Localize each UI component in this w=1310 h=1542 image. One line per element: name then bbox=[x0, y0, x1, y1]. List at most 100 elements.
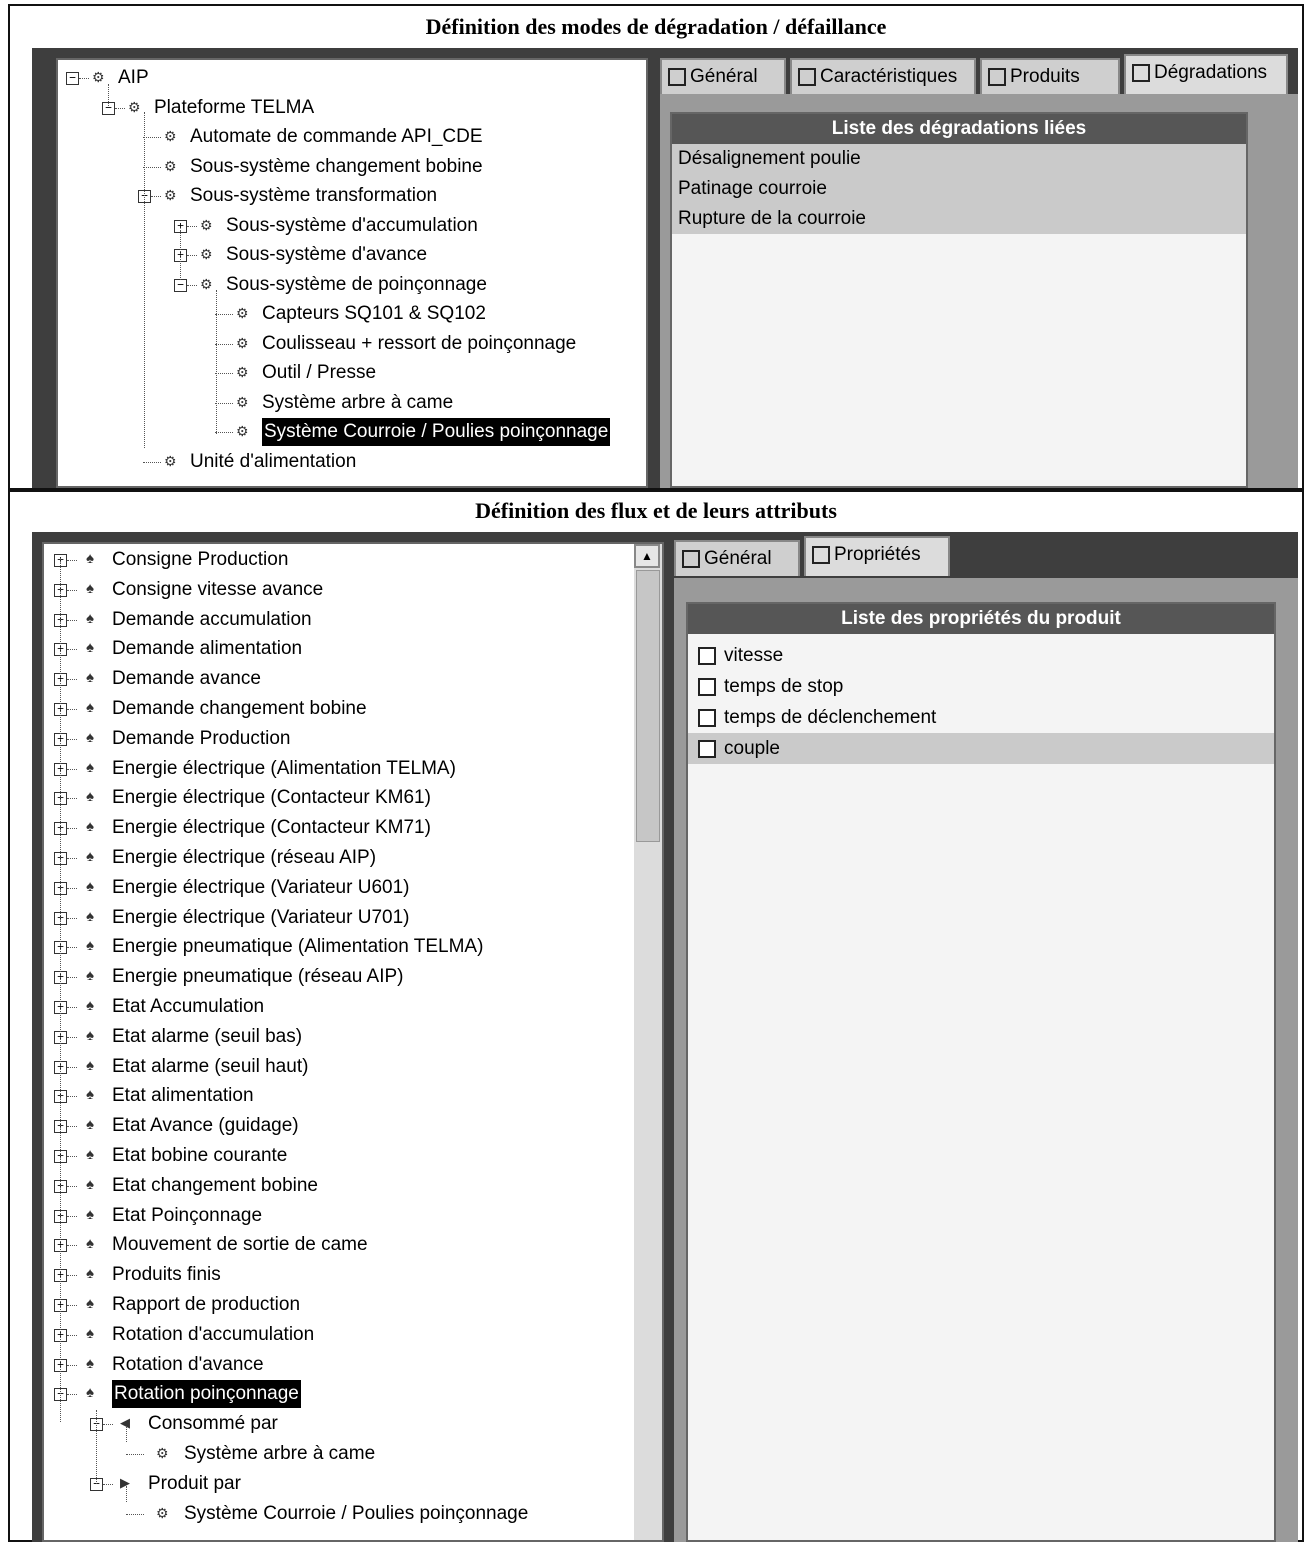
flow-node[interactable]: + ♠ Mouvement de sortie de came bbox=[44, 1231, 634, 1259]
tab-label: Général bbox=[690, 66, 758, 87]
top-tree-pane[interactable]: − ⚙ AIP − ⚙ Plateforme TELMA ⚙ Automate de comm… bbox=[56, 58, 648, 488]
degradation-item[interactable]: Rupture de la courroie bbox=[672, 204, 1246, 234]
flow-node[interactable]: + ♠ Energie électrique (Contacteur KM61) bbox=[44, 784, 634, 812]
flow-node[interactable]: + ♠ Etat changement bobine bbox=[44, 1172, 634, 1200]
tree-node-label: Sous-système d'accumulation bbox=[226, 214, 478, 236]
tree-guide bbox=[126, 1485, 127, 1502]
flow-node[interactable]: + ♠ Etat bobine courante bbox=[44, 1142, 634, 1170]
cube-icon bbox=[668, 67, 686, 86]
property-item[interactable]: couple bbox=[688, 733, 1274, 764]
tree-node-label: Sous-système changement bobine bbox=[190, 155, 483, 177]
tree-node[interactable]: + ⚙ Sous-système d'accumulation bbox=[58, 212, 646, 240]
top-tabstrip: Général Caractéristiques Produits Dégradati… bbox=[660, 54, 1300, 98]
tree-connector bbox=[67, 1334, 77, 1336]
tab-général[interactable]: Général bbox=[660, 58, 786, 94]
flow-node[interactable]: + ♠ Etat Avance (guidage) bbox=[44, 1112, 634, 1140]
tree-connector bbox=[67, 1126, 77, 1128]
scroll-up-button[interactable]: ▲ bbox=[634, 544, 660, 568]
flow-icon: ♠ bbox=[86, 699, 94, 716]
property-checkbox[interactable] bbox=[698, 739, 716, 758]
tab-label: Produits bbox=[1010, 66, 1080, 87]
flow-node[interactable]: + ♠ Produits finis bbox=[44, 1261, 634, 1289]
relation-child-node[interactable]: ⚙ Système Courroie / Poulies poinçonnage bbox=[44, 1500, 634, 1528]
tab-produits[interactable]: Produits bbox=[980, 58, 1120, 94]
tree-node[interactable]: − ⚙ AIP bbox=[58, 64, 646, 92]
degradation-item[interactable]: Patinage courroie bbox=[672, 174, 1246, 204]
flow-node[interactable]: + ♠ Demande Production bbox=[44, 725, 634, 753]
tree-connector bbox=[103, 1483, 113, 1485]
flow-icon: ♠ bbox=[86, 1295, 94, 1312]
flow-node[interactable]: + ♠ Etat alarme (seuil haut) bbox=[44, 1053, 634, 1081]
tree-node[interactable]: − ⚙ Sous-système transformation bbox=[58, 182, 646, 210]
property-checkbox[interactable] bbox=[698, 677, 716, 696]
flow-node[interactable]: + ♠ Energie électrique (Contacteur KM71) bbox=[44, 814, 634, 842]
collapse-toggle[interactable]: − bbox=[174, 278, 187, 292]
flow-node[interactable]: + ♠ Demande changement bobine bbox=[44, 695, 634, 723]
flow-node[interactable]: + ♠ Rotation d'avance bbox=[44, 1351, 634, 1379]
tree-guide bbox=[126, 1426, 127, 1442]
flow-node[interactable]: + ♠ Energie électrique (réseau AIP) bbox=[44, 844, 634, 872]
tree-scrollbar[interactable]: ▲ bbox=[634, 544, 662, 1540]
relation-node[interactable]: − ▶ Produit par bbox=[44, 1470, 634, 1498]
flow-node[interactable]: + ♠ Rotation d'accumulation bbox=[44, 1321, 634, 1349]
flow-icon: ♠ bbox=[86, 1205, 94, 1223]
tree-connector bbox=[187, 225, 197, 227]
property-item[interactable]: temps de stop bbox=[688, 671, 1274, 702]
tab-général[interactable]: Général bbox=[674, 540, 800, 576]
tree-node[interactable]: ⚙ Système arbre à came bbox=[58, 389, 646, 417]
flow-node[interactable]: + ♠ Consigne Production bbox=[44, 546, 634, 574]
flow-node[interactable]: + ♠ Energie électrique (Alimentation TELMA… bbox=[44, 755, 634, 783]
tree-node[interactable]: − ⚙ Plateforme TELMA bbox=[58, 94, 646, 122]
tree-node[interactable]: ⚙ Capteurs SQ101 & SQ102 bbox=[58, 300, 646, 328]
flow-node[interactable]: + ♠ Demande avance bbox=[44, 665, 634, 693]
gear-icon: ⚙ bbox=[156, 1504, 169, 1521]
tree-node[interactable]: ⚙ Sous-système changement bobine bbox=[58, 153, 646, 181]
relation-child-label: Système arbre à came bbox=[184, 1443, 376, 1464]
flow-node[interactable]: + ♠ Energie pneumatique (réseau AIP) bbox=[44, 963, 634, 991]
flow-node[interactable]: + ♠ Energie pneumatique (Alimentation TELM… bbox=[44, 933, 634, 961]
relation-child-node[interactable]: ⚙ Système arbre à came bbox=[44, 1440, 634, 1468]
bottom-tree-pane[interactable]: + ♠ Consigne Production + ♠ Consigne vitesse … bbox=[42, 542, 664, 1542]
flow-node[interactable]: + ♠ Demande alimentation bbox=[44, 635, 634, 663]
flow-label: Rapport de production bbox=[112, 1294, 301, 1315]
property-checkbox[interactable] bbox=[698, 646, 716, 665]
tree-node[interactable]: ⚙ Coulisseau + ressort de poinçonnage bbox=[58, 330, 646, 358]
tab-propriétés[interactable]: Propriétés bbox=[804, 536, 950, 576]
tree-connector bbox=[143, 137, 161, 138]
bottom-screen: + ♠ Consigne Production + ♠ Consigne vitesse … bbox=[32, 532, 1298, 1542]
flow-node[interactable]: + ♠ Etat Poinçonnage bbox=[44, 1202, 634, 1230]
collapse-toggle[interactable]: − bbox=[66, 72, 79, 85]
flow-node[interactable]: − ♠ Rotation poinçonnage bbox=[44, 1380, 634, 1409]
tree-connector bbox=[67, 977, 77, 979]
flow-node[interactable]: + ♠ Etat alarme (seuil bas) bbox=[44, 1023, 634, 1051]
property-item[interactable]: temps de déclenchement bbox=[688, 702, 1274, 733]
gear-icon: ⚙ bbox=[164, 157, 177, 174]
flow-node[interactable]: + ♠ Energie électrique (Variateur U601) bbox=[44, 874, 634, 902]
tree-connector bbox=[67, 858, 77, 859]
tree-node[interactable]: ⚙ Outil / Presse bbox=[58, 359, 646, 387]
tab-dégradations[interactable]: Dégradations bbox=[1124, 54, 1288, 94]
property-item[interactable]: vitesse bbox=[688, 640, 1274, 671]
flow-node[interactable]: + ♠ Demande accumulation bbox=[44, 606, 634, 634]
tree-node[interactable]: ⚙ Automate de commande API_CDE bbox=[58, 123, 646, 151]
bottom-tab-body: Liste des propriétés du produit vitesse t… bbox=[674, 578, 1298, 1542]
tree-guide bbox=[108, 84, 109, 106]
flow-node[interactable]: + ♠ Energie électrique (Variateur U701) bbox=[44, 904, 634, 932]
degradation-item[interactable]: Désalignement poulie bbox=[672, 144, 1246, 174]
tab-caractéristiques[interactable]: Caractéristiques bbox=[790, 58, 976, 94]
gear-icon: ⚙ bbox=[128, 98, 141, 115]
scroll-thumb[interactable] bbox=[636, 570, 660, 842]
tree-node[interactable]: − ⚙ Sous-système de poinçonnage bbox=[58, 271, 646, 299]
flow-node[interactable]: + ♠ Rapport de production bbox=[44, 1291, 634, 1319]
flow-label: Energie électrique (Contacteur KM71) bbox=[112, 817, 431, 839]
tree-node[interactable]: + ⚙ Sous-système d'avance bbox=[58, 241, 646, 269]
relation-node[interactable]: − ◀ Consommé par bbox=[44, 1410, 634, 1438]
tree-node[interactable]: ⚙ Unité d'alimentation bbox=[58, 448, 646, 476]
flow-node[interactable]: + ♠ Etat alimentation bbox=[44, 1082, 634, 1110]
flow-icon: ♠ bbox=[86, 967, 94, 985]
flow-node[interactable]: + ♠ Consigne vitesse avance bbox=[44, 576, 634, 604]
flow-node[interactable]: + ♠ Etat Accumulation bbox=[44, 993, 634, 1021]
tree-node-label: Système Courroie / Poulies poinçonnage bbox=[262, 418, 611, 446]
tree-node[interactable]: ⚙ Système Courroie / Poulies poinçonnage bbox=[58, 418, 646, 446]
property-checkbox[interactable] bbox=[698, 708, 716, 727]
